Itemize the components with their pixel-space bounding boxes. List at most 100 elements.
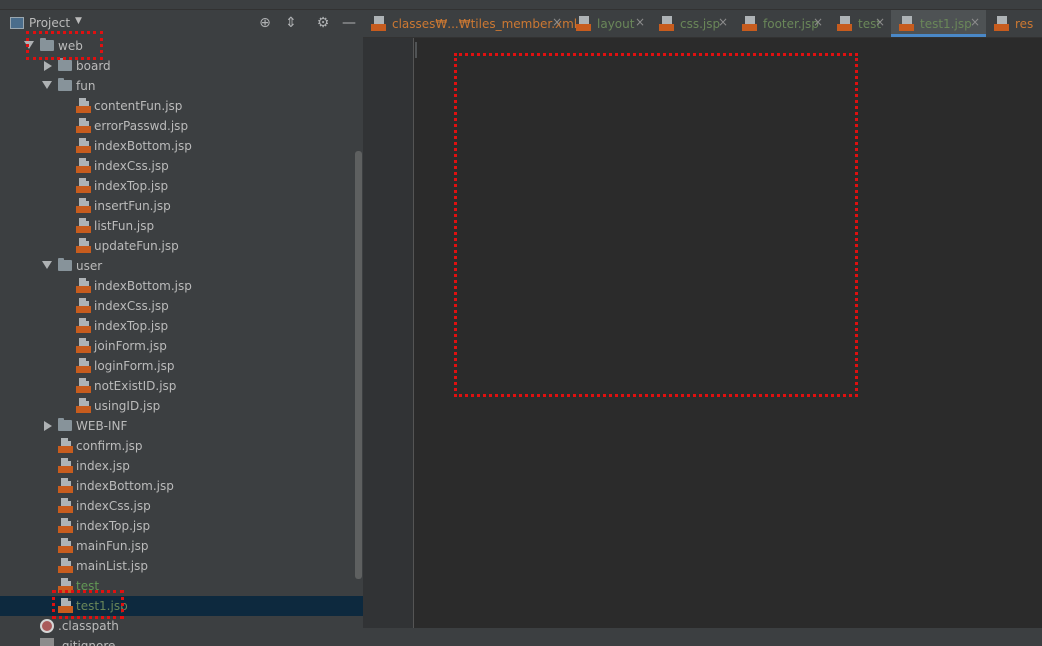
chevron-down-icon[interactable]: ▼ (75, 16, 82, 26)
window-title-strip (0, 0, 1042, 10)
close-icon[interactable]: × (552, 15, 562, 29)
chevron-right-icon[interactable] (44, 421, 52, 431)
annotation-box-web (26, 31, 103, 60)
close-icon[interactable]: × (635, 15, 645, 29)
jsp-file-icon (76, 138, 92, 154)
tree-file-row[interactable]: joinForm.jsp (0, 336, 363, 356)
jsp-file-icon (76, 298, 92, 314)
text-file-icon (40, 638, 54, 646)
close-icon[interactable]: × (813, 15, 823, 29)
jsp-file-icon (994, 16, 1010, 32)
editor-tab[interactable]: test × (829, 10, 891, 37)
tree-item-label: mainFun.jsp (76, 539, 149, 553)
jsp-file-icon (76, 378, 92, 394)
editor-tab-bar: classes₩...₩tiles_member.xml × layout × css.… (363, 10, 1042, 38)
editor-tab[interactable]: classes₩...₩tiles_member.xml × (363, 10, 577, 37)
tree-item-label: indexCss.jsp (94, 299, 169, 313)
tree-file-row[interactable]: .classpath (0, 616, 363, 636)
tree-file-row[interactable]: mainFun.jsp (0, 536, 363, 556)
tree-file-row[interactable]: mainList.jsp (0, 556, 363, 576)
tree-item-label: indexTop.jsp (94, 319, 169, 333)
jsp-file-icon (58, 478, 74, 494)
jsp-file-icon (742, 16, 758, 32)
jsp-file-icon (659, 16, 675, 32)
tree-file-row[interactable]: confirm.jsp (0, 436, 363, 456)
editor-tab-label: classes₩...₩tiles_member.xml (392, 17, 578, 31)
tree-item-label: notExistID.jsp (94, 379, 177, 393)
jsp-file-icon (76, 358, 92, 374)
locate-file-icon[interactable]: ⊕ (256, 14, 274, 32)
jsp-file-icon (58, 498, 74, 514)
tree-item-label: confirm.jsp (76, 439, 143, 453)
editor-tab[interactable]: test1.jsp × (891, 10, 986, 37)
editor-tab-label: footer.jsp (763, 17, 819, 31)
jsp-file-icon (58, 438, 74, 454)
jsp-file-icon (899, 16, 915, 32)
tree-item-label: .gitignore (58, 639, 116, 646)
tree-file-row[interactable]: indexTop.jsp (0, 176, 363, 196)
tree-item-label: insertFun.jsp (94, 199, 171, 213)
tree-file-row[interactable]: insertFun.jsp (0, 196, 363, 216)
tree-file-row[interactable]: indexTop.jsp (0, 516, 363, 536)
gear-icon[interactable]: ⚙ (314, 14, 332, 32)
tree-file-row[interactable]: usingID.jsp (0, 396, 363, 416)
tree-file-row[interactable]: errorPasswd.jsp (0, 116, 363, 136)
classpath-file-icon (40, 619, 54, 633)
tree-file-row[interactable]: indexBottom.jsp (0, 476, 363, 496)
tree-file-row[interactable]: contentFun.jsp (0, 96, 363, 116)
annotation-box-editor (454, 53, 858, 397)
editor-bottom-bar (363, 628, 1042, 646)
tree-file-row[interactable]: notExistID.jsp (0, 376, 363, 396)
editor-gutter (363, 38, 413, 628)
tree-file-row[interactable]: index.jsp (0, 456, 363, 476)
jsp-file-icon (76, 158, 92, 174)
project-tool-window: Project ▼ ⊕ ⇕ ⚙ — web board fun contentFun.… (0, 10, 363, 646)
close-icon[interactable]: × (970, 15, 980, 29)
jsp-file-icon (371, 16, 387, 32)
tree-file-row[interactable]: indexTop.jsp (0, 316, 363, 336)
tree-item-label: updateFun.jsp (94, 239, 179, 253)
tree-item-label: WEB-INF (76, 419, 128, 433)
editor-tab[interactable]: css.jsp × (651, 10, 734, 37)
tree-file-row[interactable]: indexCss.jsp (0, 296, 363, 316)
hide-panel-icon[interactable]: — (340, 14, 358, 32)
editor-tab[interactable]: layout × (568, 10, 651, 37)
jsp-file-icon (76, 238, 92, 254)
tree-folder-row[interactable]: WEB-INF (0, 416, 363, 436)
tree-file-row[interactable]: listFun.jsp (0, 216, 363, 236)
chevron-down-icon[interactable] (42, 81, 52, 89)
chevron-down-icon[interactable] (42, 261, 52, 269)
close-icon[interactable]: × (718, 15, 728, 29)
collapse-all-icon[interactable]: ⇕ (282, 14, 300, 32)
tree-folder-row[interactable]: fun (0, 76, 363, 96)
tree-file-row[interactable]: .gitignore (0, 636, 363, 646)
annotation-box-test1 (52, 590, 124, 619)
jsp-file-icon (58, 518, 74, 534)
jsp-file-icon (76, 318, 92, 334)
tree-file-row[interactable]: indexCss.jsp (0, 156, 363, 176)
folder-icon (58, 58, 72, 71)
tree-item-label: indexBottom.jsp (76, 479, 174, 493)
tree-file-row[interactable]: indexBottom.jsp (0, 136, 363, 156)
tree-item-label: indexBottom.jsp (94, 139, 192, 153)
chevron-right-icon[interactable] (44, 61, 52, 71)
tree-folder-row[interactable]: user (0, 256, 363, 276)
editor-tab[interactable]: footer.jsp × (734, 10, 829, 37)
tree-item-label: board (76, 59, 111, 73)
tree-item-label: loginForm.jsp (94, 359, 175, 373)
tree-file-row[interactable]: indexBottom.jsp (0, 276, 363, 296)
project-scrollbar[interactable] (355, 151, 362, 579)
jsp-file-icon (76, 198, 92, 214)
editor-tab-label: css.jsp (680, 17, 721, 31)
tree-item-label: indexCss.jsp (94, 159, 169, 173)
jsp-file-icon (76, 178, 92, 194)
editor-tab[interactable]: res (986, 10, 1042, 37)
editor-tab-label: test1.jsp (920, 17, 972, 31)
jsp-file-icon (76, 338, 92, 354)
tree-file-row[interactable]: updateFun.jsp (0, 236, 363, 256)
tree-file-row[interactable]: indexCss.jsp (0, 496, 363, 516)
tree-file-row[interactable]: loginForm.jsp (0, 356, 363, 376)
close-icon[interactable]: × (875, 15, 885, 29)
folder-icon (58, 418, 72, 431)
project-view-selector[interactable]: Project (29, 16, 70, 30)
